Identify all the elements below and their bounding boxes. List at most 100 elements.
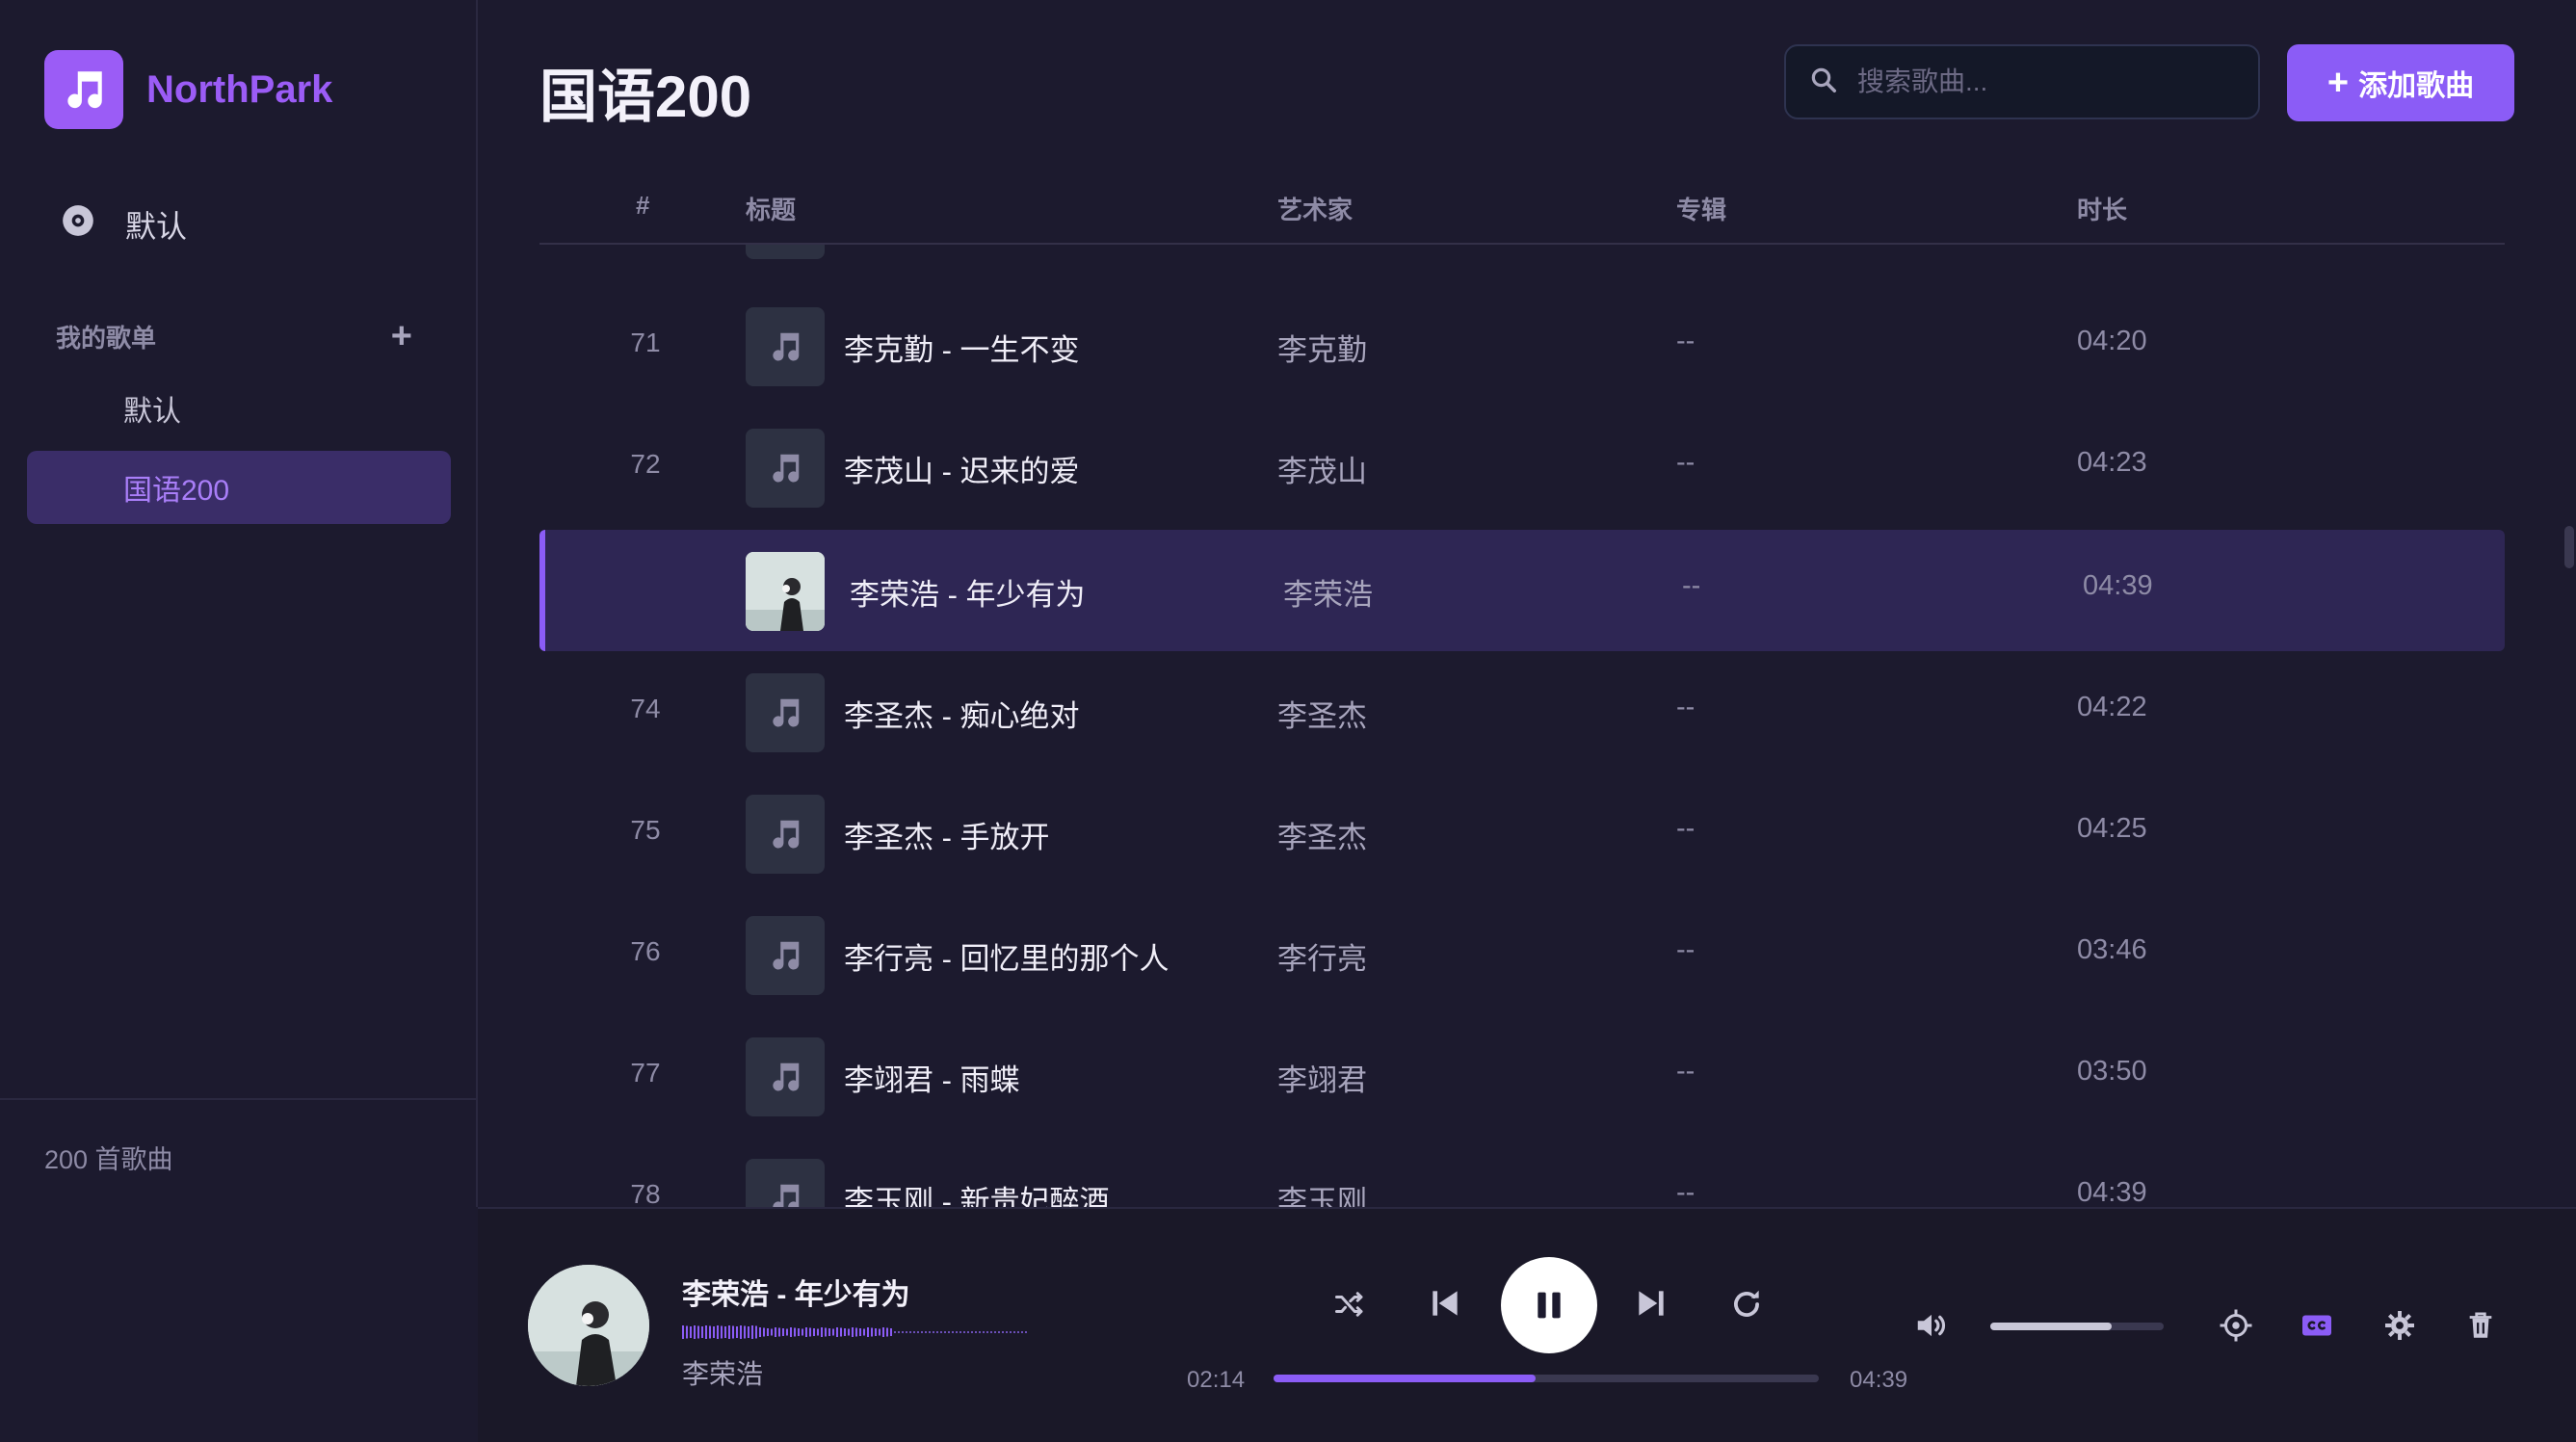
audio-visualizer <box>682 1325 1027 1339</box>
music-note-icon <box>44 50 123 129</box>
table-row-playing[interactable]: 李荣浩 - 年少有为 李荣浩 -- 04:39 <box>539 530 2505 651</box>
locate-button[interactable] <box>2212 1301 2260 1350</box>
song-title: 李行亮 - 回忆里的那个人 <box>844 942 1170 976</box>
music-note-icon <box>746 1159 825 1207</box>
song-artist[interactable]: 李圣杰 <box>1277 692 1367 735</box>
song-artist[interactable]: 李荣浩 <box>1283 570 1373 614</box>
song-artist[interactable]: 李圣杰 <box>1277 813 1367 856</box>
song-title: 李圣杰 - 痴心绝对 <box>844 699 1080 733</box>
total-time: 04:39 <box>1850 1367 1908 1393</box>
lyrics-toggle-button[interactable] <box>2293 1301 2341 1350</box>
song-album: -- <box>1676 447 1695 478</box>
my-playlists-header: 我的歌单 + <box>56 318 412 354</box>
default-library-label: 默认 <box>125 209 188 244</box>
now-playing-cover <box>528 1265 649 1386</box>
song-album: -- <box>1676 692 1695 722</box>
search-input[interactable] <box>1855 66 2241 98</box>
song-album: -- <box>1676 326 1695 356</box>
music-note-icon <box>746 1037 825 1116</box>
settings-button[interactable] <box>2376 1301 2424 1350</box>
trash-icon <box>2469 1312 2492 1338</box>
search-box[interactable] <box>1784 44 2260 119</box>
volume-fill <box>1990 1323 2112 1330</box>
song-artist[interactable]: 李茂山 <box>1277 447 1367 490</box>
playlist-item-default[interactable]: 默认 <box>27 372 451 445</box>
song-duration: 04:20 <box>2077 326 2147 356</box>
delete-button[interactable] <box>2457 1301 2505 1350</box>
progress-bar[interactable] <box>1274 1375 1819 1382</box>
song-list: 71 李克勤 - 一生不变 李克勤 -- 04:20 72 李茂山 - 迟来的爱… <box>539 245 2505 1207</box>
row-number: 75 <box>630 815 661 845</box>
plus-icon: + <box>2326 62 2350 103</box>
repeat-icon <box>1734 1290 1759 1317</box>
song-duration: 04:22 <box>2077 692 2147 722</box>
song-artist[interactable]: 李玉刚 <box>1277 1177 1367 1207</box>
song-duration: 04:23 <box>2077 447 2147 478</box>
music-note-icon <box>746 307 825 386</box>
song-artist[interactable]: 李翊君 <box>1277 1056 1367 1099</box>
shuffle-icon <box>1335 1292 1363 1317</box>
table-row[interactable]: 72 李茂山 - 迟来的爱 李茂山 -- 04:23 <box>539 406 2505 528</box>
volume-button[interactable] <box>1907 1301 1956 1350</box>
song-album: -- <box>1676 1056 1695 1087</box>
volume-icon <box>1917 1314 1946 1337</box>
volume-slider[interactable] <box>1990 1323 2164 1330</box>
album-cover-thumbnail <box>746 552 825 631</box>
scrollbar-thumb[interactable] <box>2564 526 2574 568</box>
table-header: # 标题 艺术家 专辑 时长 <box>539 173 2505 245</box>
song-artist[interactable]: 李行亮 <box>1277 934 1367 978</box>
col-duration[interactable]: 时长 <box>2077 191 2127 226</box>
playlist-label: 默认 <box>123 396 181 428</box>
song-duration: 04:39 <box>2083 570 2153 601</box>
default-library-item[interactable]: 默认 <box>60 202 187 247</box>
my-playlists-title: 我的歌单 <box>56 323 157 353</box>
skip-forward-icon <box>1639 1291 1664 1316</box>
col-title[interactable]: 标题 <box>746 191 796 226</box>
song-title: 李翊君 - 雨蝶 <box>844 1063 1020 1097</box>
sidebar: NorthPark 默认 我的歌单 + 默认 国语200 200 首歌曲 <box>0 0 478 1207</box>
gear-icon <box>2385 1311 2414 1340</box>
main-content: 国语200 + 添加歌曲 # 标题 艺术家 专辑 时长 71 李克勤 - 一生不… <box>480 0 2576 1207</box>
previous-button[interactable] <box>1418 1276 1472 1330</box>
table-row[interactable]: 77 李翊君 - 雨蝶 李翊君 -- 03:50 <box>539 1015 2505 1137</box>
row-number: 74 <box>630 694 661 723</box>
current-time: 02:14 <box>1187 1367 1246 1393</box>
table-row[interactable]: 75 李圣杰 - 手放开 李圣杰 -- 04:25 <box>539 773 2505 894</box>
song-album: -- <box>1676 813 1695 844</box>
pause-button[interactable] <box>1501 1257 1597 1353</box>
song-album: -- <box>1676 1177 1695 1207</box>
song-title: 李荣浩 - 年少有为 <box>850 578 1086 612</box>
col-album[interactable]: 专辑 <box>1676 191 1726 226</box>
music-note-icon <box>746 795 825 874</box>
song-artist[interactable]: 李克勤 <box>1277 326 1367 369</box>
table-row[interactable]: 71 李克勤 - 一生不变 李克勤 -- 04:20 <box>539 285 2505 406</box>
table-row[interactable]: 76 李行亮 - 回忆里的那个人 李行亮 -- 03:46 <box>539 894 2505 1015</box>
table-row[interactable] <box>539 245 2505 279</box>
progress-fill <box>1274 1375 1536 1382</box>
now-playing-title: 李荣浩 - 年少有为 <box>682 1279 910 1311</box>
row-number: 71 <box>630 328 661 357</box>
player-bar: 李荣浩 - 年少有为 李荣浩 02:14 04:39 <box>478 1207 2576 1442</box>
song-duration: 04:25 <box>2077 813 2147 844</box>
next-button[interactable] <box>1624 1276 1678 1330</box>
song-duration: 04:39 <box>2077 1177 2147 1207</box>
add-playlist-button[interactable]: + <box>391 318 412 354</box>
repeat-button[interactable] <box>1721 1278 1773 1330</box>
table-row[interactable]: 74 李圣杰 - 痴心绝对 李圣杰 -- 04:22 <box>539 651 2505 773</box>
crosshair-icon <box>2220 1309 2252 1342</box>
col-num: # <box>636 191 650 220</box>
app-logo[interactable]: NorthPark <box>44 50 332 129</box>
page-title: 国语200 <box>539 65 752 129</box>
now-playing-artist[interactable]: 李荣浩 <box>682 1353 763 1392</box>
col-artist[interactable]: 艺术家 <box>1277 191 1353 226</box>
table-row[interactable]: 78 李玉刚 - 新贵妃醉酒 李玉刚 -- 04:39 <box>539 1137 2505 1207</box>
playlist-item-mandarin200[interactable]: 国语200 <box>27 451 451 524</box>
row-number: 76 <box>630 936 661 966</box>
song-duration: 03:50 <box>2077 1056 2147 1087</box>
skip-back-icon <box>1433 1291 1458 1316</box>
music-note-icon <box>746 245 825 259</box>
shuffle-button[interactable] <box>1326 1280 1374 1328</box>
captions-icon <box>2302 1315 2331 1336</box>
add-song-button[interactable]: + 添加歌曲 <box>2287 44 2514 121</box>
search-icon <box>1809 66 1838 99</box>
